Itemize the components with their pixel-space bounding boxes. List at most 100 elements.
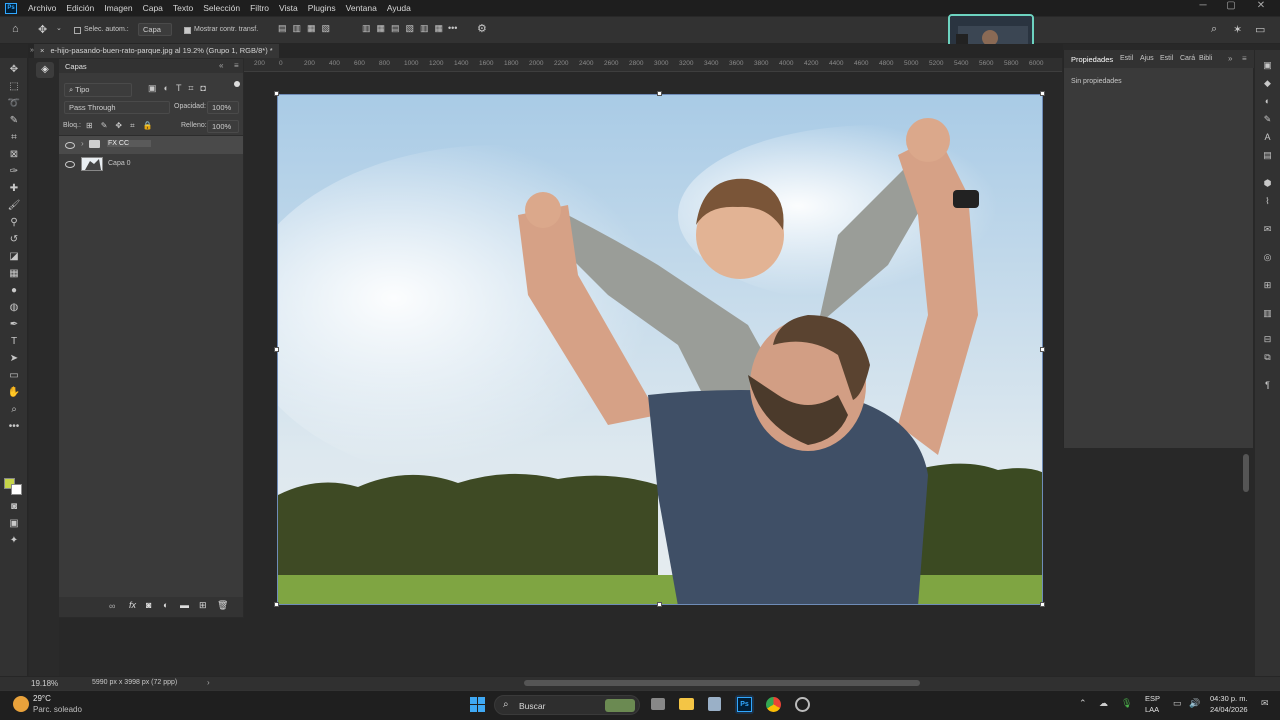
close-button[interactable]: ✕ bbox=[1248, 0, 1274, 14]
menu-plugins[interactable]: Plugins bbox=[303, 3, 341, 13]
generative-icon[interactable]: ✦ bbox=[6, 534, 22, 548]
dodge-tool-icon[interactable]: ◍ bbox=[6, 301, 22, 315]
align-icons[interactable]: ▤▥▦▧ bbox=[278, 23, 336, 34]
distribute-icons[interactable]: ▥▦▤▧▥▦ bbox=[362, 23, 449, 34]
weather-temperature[interactable]: 29°C bbox=[33, 694, 51, 703]
layer-filter-dropdown[interactable]: ⌕ Tipo bbox=[64, 83, 132, 97]
type-tool-icon[interactable]: T bbox=[6, 335, 22, 349]
transform-handle[interactable] bbox=[1040, 602, 1045, 607]
panel-scrollbar[interactable] bbox=[1243, 454, 1249, 492]
brush-tool-icon[interactable]: 🖌 bbox=[6, 199, 22, 213]
discover-icon[interactable]: ✶ bbox=[1233, 23, 1242, 36]
comments-icon[interactable]: ✉ bbox=[1261, 224, 1274, 236]
transform-handle[interactable] bbox=[1040, 91, 1045, 96]
menu-texto[interactable]: Texto bbox=[168, 3, 198, 13]
fill-input[interactable]: 100% bbox=[207, 120, 239, 133]
workspace-icon[interactable]: ▭ bbox=[1255, 23, 1265, 36]
healing-brush-tool-icon[interactable]: ✚ bbox=[6, 182, 22, 196]
tab-properties[interactable]: Propiedades bbox=[1071, 55, 1113, 64]
libraries-icon[interactable]: ▣ bbox=[1261, 60, 1274, 72]
mask-icon[interactable]: ◙ bbox=[146, 600, 151, 610]
network-icon[interactable]: ▭ bbox=[1173, 698, 1182, 709]
panel-menu-icon[interactable]: ≡ bbox=[1242, 54, 1247, 63]
history-brush-tool-icon[interactable]: ↺ bbox=[6, 233, 22, 247]
transform-handle[interactable] bbox=[274, 347, 279, 352]
menu-imagen[interactable]: Imagen bbox=[99, 3, 137, 13]
quick-select-tool-icon[interactable]: ✎ bbox=[6, 114, 22, 128]
link-layers-icon[interactable]: ∞ bbox=[109, 601, 115, 611]
visibility-eye-icon[interactable] bbox=[65, 161, 75, 168]
move-tool-icon[interactable]: ✥ bbox=[6, 63, 22, 77]
character-icon[interactable]: A bbox=[1261, 132, 1274, 144]
menu-vista[interactable]: Vista bbox=[274, 3, 303, 13]
weather-description[interactable]: Parc. soleado bbox=[33, 705, 82, 714]
eraser-tool-icon[interactable]: ◪ bbox=[6, 250, 22, 264]
taskbar-search[interactable]: ⌕ Buscar bbox=[494, 695, 640, 715]
microphone-icon[interactable]: 🎙 bbox=[1121, 698, 1132, 709]
crop-tool-icon[interactable]: ⌗ bbox=[6, 131, 22, 145]
minimize-button[interactable]: ─ bbox=[1190, 0, 1216, 14]
quick-mask-icon[interactable]: ◙ bbox=[6, 500, 22, 514]
transform-handle[interactable] bbox=[274, 602, 279, 607]
maximize-button[interactable]: ▢ bbox=[1218, 0, 1244, 14]
language-top[interactable]: ESP bbox=[1145, 694, 1160, 703]
fx-icon[interactable]: fx bbox=[129, 600, 136, 610]
language-bottom[interactable]: LAA bbox=[1145, 705, 1159, 714]
document-tab[interactable]: × e-hijo-pasando-buen-rato-parque.jpg al… bbox=[34, 44, 279, 58]
layer-row-group[interactable]: › FX CC bbox=[59, 136, 243, 154]
panel-expand-icon[interactable]: » bbox=[1228, 54, 1232, 63]
paragraph-icon[interactable]: ¶ bbox=[1261, 380, 1274, 392]
layer-filter-icons[interactable]: ▣◐T⌗◘ bbox=[148, 83, 213, 94]
path-select-tool-icon[interactable]: ➤ bbox=[6, 352, 22, 366]
panel-collapse-icon[interactable]: « bbox=[219, 61, 223, 70]
visibility-eye-icon[interactable] bbox=[65, 142, 75, 149]
menu-edicion[interactable]: Edición bbox=[61, 3, 99, 13]
chevron-right-icon[interactable]: › bbox=[207, 678, 210, 687]
layers-tab[interactable]: Capas bbox=[65, 62, 87, 71]
notification-icon[interactable]: ✉ bbox=[1261, 698, 1269, 709]
zoom-tool-icon[interactable]: ⌕ bbox=[6, 403, 22, 417]
menu-seleccion[interactable]: Selección bbox=[198, 3, 245, 13]
channels-icon[interactable]: ◎ bbox=[1261, 252, 1274, 264]
move-tool-icon[interactable]: ✥ bbox=[38, 23, 47, 36]
clock-time[interactable]: 04:30 p. m. bbox=[1210, 694, 1248, 703]
lock-icons[interactable]: ⊞✎✥⌗🔒 bbox=[86, 121, 161, 131]
table-icon[interactable]: ⊟ bbox=[1261, 334, 1274, 346]
document-image[interactable] bbox=[277, 94, 1043, 605]
layers-panel-icon[interactable]: ◈ bbox=[36, 62, 54, 78]
paragraph-style-icon[interactable]: ▤ bbox=[1261, 150, 1274, 162]
adjustment-layer-icon[interactable]: ◐ bbox=[163, 600, 168, 610]
lasso-tool-icon[interactable]: ➰ bbox=[6, 97, 22, 111]
pen-tool-icon[interactable]: ✒ bbox=[6, 318, 22, 332]
clone-stamp-tool-icon[interactable]: ⚲ bbox=[6, 216, 22, 230]
more-tools-icon[interactable]: ••• bbox=[6, 420, 22, 434]
more-options-button[interactable]: ••• bbox=[448, 23, 457, 33]
chevron-down-icon[interactable]: ⌄ bbox=[56, 24, 62, 32]
task-view-icon[interactable] bbox=[651, 698, 665, 710]
volume-icon[interactable]: 🔊 bbox=[1189, 698, 1200, 709]
gear-icon[interactable]: ⚙ bbox=[477, 22, 487, 35]
search-icon[interactable]: ⌕ bbox=[1211, 23, 1217, 36]
menu-filtro[interactable]: Filtro bbox=[245, 3, 274, 13]
weather-icon[interactable] bbox=[13, 696, 29, 712]
close-tab-icon[interactable]: × bbox=[40, 46, 44, 55]
tab-libraries[interactable]: Bibli bbox=[1199, 55, 1212, 62]
filter-toggle[interactable] bbox=[234, 81, 240, 87]
document-dimensions[interactable]: 5990 px x 3998 px (72 ppp) bbox=[92, 679, 177, 686]
brush-settings-icon[interactable]: ✎ bbox=[1261, 114, 1274, 126]
new-group-icon[interactable]: ▬ bbox=[180, 600, 189, 610]
horizontal-scrollbar[interactable] bbox=[524, 680, 920, 686]
auto-select-checkbox[interactable] bbox=[74, 27, 81, 34]
chrome-icon[interactable] bbox=[766, 697, 781, 712]
blend-mode-dropdown[interactable]: Pass Through bbox=[64, 101, 170, 114]
chevron-up-icon[interactable]: ⌃ bbox=[1079, 698, 1087, 709]
rectangle-tool-icon[interactable]: ▭ bbox=[6, 369, 22, 383]
transform-handle[interactable] bbox=[1040, 347, 1045, 352]
auto-select-dropdown[interactable]: Capa bbox=[138, 23, 172, 36]
background-color-swatch[interactable] bbox=[11, 484, 22, 495]
obs-icon[interactable] bbox=[795, 697, 810, 712]
screen-mode-icon[interactable]: ▣ bbox=[6, 517, 22, 531]
file-explorer-icon[interactable] bbox=[679, 698, 694, 710]
hand-tool-icon[interactable]: ✋ bbox=[6, 386, 22, 400]
home-icon[interactable]: ⌂ bbox=[12, 23, 19, 35]
